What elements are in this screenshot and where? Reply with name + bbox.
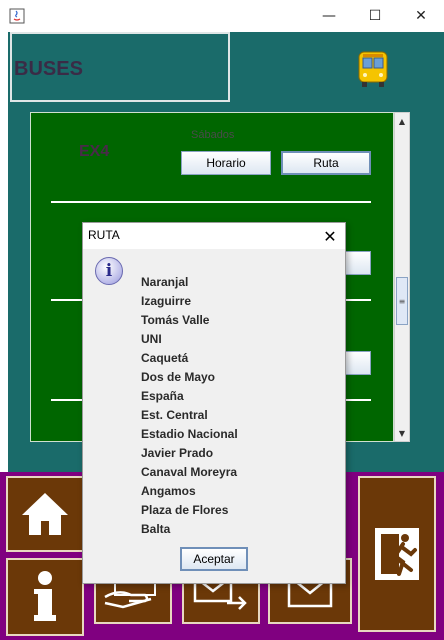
route-stop: Naranjal bbox=[141, 275, 189, 289]
route-stop: Angamos bbox=[141, 484, 196, 498]
route-stop: Plaza de Flores bbox=[141, 503, 229, 517]
info-button[interactable] bbox=[6, 558, 84, 636]
exit-button[interactable] bbox=[358, 476, 436, 632]
route-stop: Dos de Mayo bbox=[141, 370, 216, 384]
ruta-dialog: RUTA ✕ i Naranjal Izaguirre Tomás Valle … bbox=[82, 222, 346, 584]
information-icon: i bbox=[95, 257, 123, 285]
dialog-title: RUTA bbox=[88, 228, 120, 242]
route-stop: Javier Prado bbox=[141, 446, 214, 460]
route-stop: UNI bbox=[141, 332, 162, 346]
scroll-thumb[interactable]: ≡ bbox=[396, 277, 408, 325]
route-stop: Caquetá bbox=[141, 351, 189, 365]
exit-icon bbox=[375, 528, 419, 580]
horario-button[interactable]: Horario bbox=[181, 151, 271, 175]
route-code-label: EX4 bbox=[79, 143, 110, 160]
java-app-icon bbox=[9, 8, 25, 24]
minimize-button[interactable]: — bbox=[306, 0, 352, 32]
route-separator bbox=[51, 201, 371, 203]
home-button[interactable] bbox=[6, 476, 84, 552]
route-stop: Estadio Nacional bbox=[141, 427, 238, 441]
route-stop: Balta bbox=[141, 522, 171, 536]
page-title: BUSES bbox=[14, 58, 83, 80]
home-icon bbox=[22, 493, 68, 535]
route-stops-list: Naranjal Izaguirre Tomás Valle UNI Caque… bbox=[141, 275, 238, 541]
close-window-button[interactable]: ✕ bbox=[398, 0, 444, 32]
ruta-button[interactable]: Ruta bbox=[281, 151, 371, 175]
dialog-titlebar: RUTA ✕ bbox=[83, 223, 345, 249]
scroll-up-arrow-icon[interactable]: ▲ bbox=[395, 113, 409, 129]
maximize-button[interactable]: ☐ bbox=[352, 0, 398, 32]
route-stop: Canaval Moreyra bbox=[141, 465, 238, 479]
accept-button[interactable]: Aceptar bbox=[180, 547, 248, 571]
route-stop: Est. Central bbox=[141, 408, 208, 422]
route-day-label: Sábados bbox=[191, 129, 235, 141]
dialog-close-button[interactable]: ✕ bbox=[319, 225, 341, 247]
window-titlebar: — ☐ ✕ bbox=[0, 0, 444, 32]
buses-header-box: BUSES bbox=[10, 32, 230, 102]
route-stop: Izaguirre bbox=[141, 294, 192, 308]
route-stop: España bbox=[141, 389, 184, 403]
frame-left-border bbox=[0, 32, 8, 472]
bus-icon bbox=[358, 51, 388, 87]
scroll-down-arrow-icon[interactable]: ▼ bbox=[395, 425, 409, 441]
vertical-scrollbar[interactable]: ▲ ≡ ▼ bbox=[394, 112, 410, 442]
info-icon bbox=[34, 571, 56, 621]
frame-right-border bbox=[434, 32, 444, 472]
route-stop: Tomás Valle bbox=[141, 313, 210, 327]
